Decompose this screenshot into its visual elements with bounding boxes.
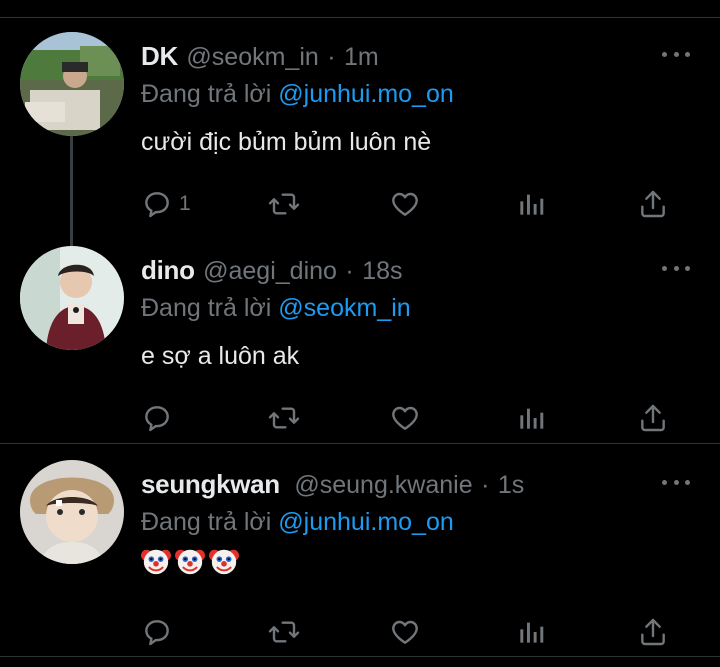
clown-face-icon	[141, 549, 171, 575]
handle[interactable]: @aegi_dino	[203, 257, 337, 285]
top-divider	[0, 17, 720, 18]
avatar[interactable]	[20, 460, 124, 564]
more-icon[interactable]	[662, 472, 690, 492]
display-name[interactable]: DK	[141, 41, 178, 71]
tweet-header: DK @seokm_in · 1m	[141, 40, 379, 77]
like-button[interactable]	[389, 188, 421, 220]
reply-count: 1	[179, 192, 191, 215]
replying-to-label: Đang trả lời	[141, 294, 279, 322]
tweet-divider	[0, 443, 720, 444]
share-button[interactable]	[637, 616, 669, 648]
replying-to-mention[interactable]: @seokm_in	[278, 294, 410, 322]
tweet-dino[interactable]: dino @aegi_dino · 18s Đang trả lời @seok…	[0, 246, 720, 444]
timestamp[interactable]: 1s	[498, 471, 524, 499]
retweet-button[interactable]	[267, 188, 301, 220]
views-icon	[520, 622, 544, 643]
handle[interactable]: @seokm_in	[186, 43, 318, 71]
reply-button[interactable]	[141, 402, 179, 434]
reply-button[interactable]	[141, 616, 179, 648]
views-button[interactable]	[515, 188, 547, 220]
tweet-actions	[141, 402, 681, 434]
like-button[interactable]	[389, 402, 421, 434]
clown-face-icon	[209, 549, 239, 575]
views-button[interactable]	[515, 402, 547, 434]
like-icon	[392, 620, 418, 644]
tweet-seungkwan[interactable]: seungkwan @seung.kwanie · 1s Đang trả lờ…	[0, 460, 720, 658]
replying-to-label: Đang trả lời	[141, 508, 279, 536]
reply-button[interactable]: 1	[141, 188, 191, 220]
tweet-header: seungkwan @seung.kwanie · 1s	[141, 468, 524, 505]
bottom-divider	[0, 656, 720, 657]
replying-to: Đang trả lời @junhui.mo_on	[141, 506, 454, 538]
retweet-button[interactable]	[267, 402, 301, 434]
tweet-header: dino @aegi_dino · 18s	[141, 254, 403, 291]
replying-to-mention[interactable]: @junhui.mo_on	[278, 80, 454, 108]
tweet-dk[interactable]: DK @seokm_in · 1m Đang trả lời @junhui.m…	[0, 32, 720, 230]
share-icon	[641, 190, 665, 218]
retweet-icon	[268, 193, 300, 215]
tweet-text: e sợ a luôn ak	[141, 342, 300, 370]
share-button[interactable]	[637, 402, 669, 434]
separator: ·	[481, 471, 490, 499]
timestamp[interactable]: 18s	[362, 257, 402, 285]
display-name[interactable]: dino	[141, 255, 195, 285]
clown-face-icon	[175, 549, 205, 575]
like-icon	[392, 192, 418, 216]
timestamp[interactable]: 1m	[344, 43, 379, 71]
reply-icon	[145, 406, 169, 432]
reply-icon	[145, 620, 169, 646]
views-button[interactable]	[515, 616, 547, 648]
avatar[interactable]	[20, 32, 124, 136]
more-icon[interactable]	[662, 258, 690, 278]
like-button[interactable]	[389, 616, 421, 648]
separator: ·	[327, 43, 336, 71]
retweet-button[interactable]	[267, 616, 301, 648]
tweet-emoji-row	[141, 546, 239, 576]
share-icon	[641, 618, 665, 646]
views-icon	[520, 408, 544, 429]
display-name[interactable]: seungkwan	[141, 469, 280, 499]
avatar[interactable]	[20, 246, 124, 350]
retweet-icon	[268, 407, 300, 429]
views-icon	[520, 194, 544, 215]
more-icon[interactable]	[662, 44, 690, 64]
replying-to: Đang trả lời @junhui.mo_on	[141, 78, 454, 110]
share-icon	[641, 404, 665, 432]
replying-to-mention[interactable]: @junhui.mo_on	[278, 508, 454, 536]
retweet-icon	[268, 621, 300, 643]
separator: ·	[345, 257, 354, 285]
replying-to: Đang trả lời @seokm_in	[141, 292, 411, 324]
tweet-actions	[141, 616, 681, 648]
tweet-actions: 1	[141, 188, 681, 220]
replying-to-label: Đang trả lời	[141, 80, 279, 108]
reply-icon	[145, 192, 169, 218]
share-button[interactable]	[637, 188, 669, 220]
like-icon	[392, 406, 418, 430]
handle[interactable]: @seung.kwanie	[294, 471, 472, 499]
tweet-text: cười địc bủm bủm luôn nè	[141, 128, 432, 156]
